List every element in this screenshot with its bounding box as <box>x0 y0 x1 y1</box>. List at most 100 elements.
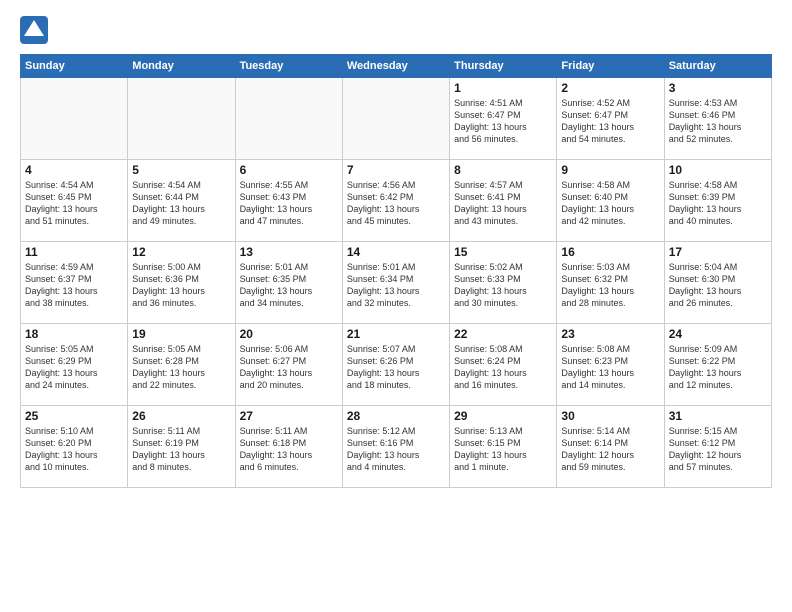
day-number: 6 <box>240 163 338 177</box>
calendar-cell <box>342 78 449 160</box>
calendar-cell <box>128 78 235 160</box>
day-info: Sunrise: 4:51 AM Sunset: 6:47 PM Dayligh… <box>454 97 552 146</box>
day-number: 26 <box>132 409 230 423</box>
day-number: 13 <box>240 245 338 259</box>
calendar-cell: 30 Sunrise: 5:14 AM Sunset: 6:14 PM Dayli… <box>557 406 664 488</box>
day-number: 8 <box>454 163 552 177</box>
calendar-cell: 6 Sunrise: 4:55 AM Sunset: 6:43 PM Daylig… <box>235 160 342 242</box>
week-row-3: 18 Sunrise: 5:05 AM Sunset: 6:29 PM Dayli… <box>21 324 772 406</box>
calendar-cell: 19Sunrise: 5:05 AM Sunset: 6:28 PM Dayli… <box>128 324 235 406</box>
calendar-cell: 15 Sunrise: 5:02 AM Sunset: 6:33 PM Dayli… <box>450 242 557 324</box>
week-row-1: 4Sunrise: 4:54 AM Sunset: 6:45 PM Daylig… <box>21 160 772 242</box>
page: SundayMondayTuesdayWednesdayThursdayFrid… <box>0 0 792 498</box>
day-info: Sunrise: 4:57 AM Sunset: 6:41 PM Dayligh… <box>454 179 552 228</box>
day-info: Sunrise: 4:58 AM Sunset: 6:39 PM Dayligh… <box>669 179 767 228</box>
day-info: Sunrise: 5:14 AM Sunset: 6:14 PM Dayligh… <box>561 425 659 474</box>
weekday-header-monday: Monday <box>128 55 235 78</box>
day-number: 1 <box>454 81 552 95</box>
day-number: 17 <box>669 245 767 259</box>
day-number: 30 <box>561 409 659 423</box>
calendar-cell <box>21 78 128 160</box>
calendar-cell: 5 Sunrise: 4:54 AM Sunset: 6:44 PM Daylig… <box>128 160 235 242</box>
calendar-cell: 21 Sunrise: 5:07 AM Sunset: 6:26 PM Dayli… <box>342 324 449 406</box>
calendar-cell: 29 Sunrise: 5:13 AM Sunset: 6:15 PM Dayli… <box>450 406 557 488</box>
week-row-2: 11Sunrise: 4:59 AM Sunset: 6:37 PM Dayli… <box>21 242 772 324</box>
day-number: 3 <box>669 81 767 95</box>
calendar-cell: 28 Sunrise: 5:12 AM Sunset: 6:16 PM Dayli… <box>342 406 449 488</box>
day-number: 9 <box>561 163 659 177</box>
calendar-cell: 1 Sunrise: 4:51 AM Sunset: 6:47 PM Daylig… <box>450 78 557 160</box>
calendar-cell: 3 Sunrise: 4:53 AM Sunset: 6:46 PM Daylig… <box>664 78 771 160</box>
day-info: Sunrise: 4:53 AM Sunset: 6:46 PM Dayligh… <box>669 97 767 146</box>
week-row-4: 25Sunrise: 5:10 AM Sunset: 6:20 PM Dayli… <box>21 406 772 488</box>
calendar-cell: 31 Sunrise: 5:15 AM Sunset: 6:12 PM Dayli… <box>664 406 771 488</box>
day-number: 12 <box>132 245 230 259</box>
calendar-cell: 23 Sunrise: 5:08 AM Sunset: 6:23 PM Dayli… <box>557 324 664 406</box>
day-info: Sunrise: 5:04 AM Sunset: 6:30 PM Dayligh… <box>669 261 767 310</box>
day-info: Sunrise: 5:09 AM Sunset: 6:22 PM Dayligh… <box>669 343 767 392</box>
day-info: Sunrise: 5:02 AM Sunset: 6:33 PM Dayligh… <box>454 261 552 310</box>
day-number: 11 <box>25 245 123 259</box>
day-number: 22 <box>454 327 552 341</box>
day-number: 10 <box>669 163 767 177</box>
day-info: Sunrise: 5:15 AM Sunset: 6:12 PM Dayligh… <box>669 425 767 474</box>
weekday-header-thursday: Thursday <box>450 55 557 78</box>
day-info: Sunrise: 5:01 AM Sunset: 6:35 PM Dayligh… <box>240 261 338 310</box>
day-number: 27 <box>240 409 338 423</box>
calendar-cell: 20Sunrise: 5:06 AM Sunset: 6:27 PM Dayli… <box>235 324 342 406</box>
weekday-header-tuesday: Tuesday <box>235 55 342 78</box>
calendar-cell: 17 Sunrise: 5:04 AM Sunset: 6:30 PM Dayli… <box>664 242 771 324</box>
logo <box>20 16 52 44</box>
day-info: Sunrise: 5:07 AM Sunset: 6:26 PM Dayligh… <box>347 343 445 392</box>
calendar-cell: 9 Sunrise: 4:58 AM Sunset: 6:40 PM Daylig… <box>557 160 664 242</box>
calendar-cell: 16Sunrise: 5:03 AM Sunset: 6:32 PM Dayli… <box>557 242 664 324</box>
day-info: Sunrise: 5:11 AM Sunset: 6:19 PM Dayligh… <box>132 425 230 474</box>
logo-icon <box>20 16 48 44</box>
calendar-table: SundayMondayTuesdayWednesdayThursdayFrid… <box>20 54 772 488</box>
day-info: Sunrise: 5:05 AM Sunset: 6:29 PM Dayligh… <box>25 343 123 392</box>
day-number: 18 <box>25 327 123 341</box>
day-number: 29 <box>454 409 552 423</box>
weekday-header-friday: Friday <box>557 55 664 78</box>
calendar-cell: 7Sunrise: 4:56 AM Sunset: 6:42 PM Daylig… <box>342 160 449 242</box>
day-info: Sunrise: 4:52 AM Sunset: 6:47 PM Dayligh… <box>561 97 659 146</box>
week-row-0: 1 Sunrise: 4:51 AM Sunset: 6:47 PM Daylig… <box>21 78 772 160</box>
day-number: 24 <box>669 327 767 341</box>
day-number: 31 <box>669 409 767 423</box>
day-number: 2 <box>561 81 659 95</box>
day-number: 5 <box>132 163 230 177</box>
calendar-cell: 8 Sunrise: 4:57 AM Sunset: 6:41 PM Daylig… <box>450 160 557 242</box>
weekday-header-row: SundayMondayTuesdayWednesdayThursdayFrid… <box>21 55 772 78</box>
calendar-cell <box>235 78 342 160</box>
day-info: Sunrise: 5:01 AM Sunset: 6:34 PM Dayligh… <box>347 261 445 310</box>
day-info: Sunrise: 5:10 AM Sunset: 6:20 PM Dayligh… <box>25 425 123 474</box>
calendar-cell: 24 Sunrise: 5:09 AM Sunset: 6:22 PM Dayli… <box>664 324 771 406</box>
day-info: Sunrise: 4:55 AM Sunset: 6:43 PM Dayligh… <box>240 179 338 228</box>
calendar-cell: 11Sunrise: 4:59 AM Sunset: 6:37 PM Dayli… <box>21 242 128 324</box>
day-info: Sunrise: 4:58 AM Sunset: 6:40 PM Dayligh… <box>561 179 659 228</box>
weekday-header-sunday: Sunday <box>21 55 128 78</box>
calendar-cell: 10 Sunrise: 4:58 AM Sunset: 6:39 PM Dayli… <box>664 160 771 242</box>
day-number: 15 <box>454 245 552 259</box>
day-info: Sunrise: 5:12 AM Sunset: 6:16 PM Dayligh… <box>347 425 445 474</box>
day-info: Sunrise: 5:03 AM Sunset: 6:32 PM Dayligh… <box>561 261 659 310</box>
day-info: Sunrise: 5:08 AM Sunset: 6:23 PM Dayligh… <box>561 343 659 392</box>
day-number: 19 <box>132 327 230 341</box>
weekday-header-saturday: Saturday <box>664 55 771 78</box>
calendar-cell: 27 Sunrise: 5:11 AM Sunset: 6:18 PM Dayli… <box>235 406 342 488</box>
day-info: Sunrise: 5:13 AM Sunset: 6:15 PM Dayligh… <box>454 425 552 474</box>
day-info: Sunrise: 4:54 AM Sunset: 6:44 PM Dayligh… <box>132 179 230 228</box>
calendar-cell: 22 Sunrise: 5:08 AM Sunset: 6:24 PM Dayli… <box>450 324 557 406</box>
calendar-cell: 26 Sunrise: 5:11 AM Sunset: 6:19 PM Dayli… <box>128 406 235 488</box>
header <box>20 16 772 44</box>
day-info: Sunrise: 5:11 AM Sunset: 6:18 PM Dayligh… <box>240 425 338 474</box>
day-info: Sunrise: 5:08 AM Sunset: 6:24 PM Dayligh… <box>454 343 552 392</box>
calendar-cell: 25Sunrise: 5:10 AM Sunset: 6:20 PM Dayli… <box>21 406 128 488</box>
day-number: 28 <box>347 409 445 423</box>
day-number: 23 <box>561 327 659 341</box>
calendar-cell: 2 Sunrise: 4:52 AM Sunset: 6:47 PM Daylig… <box>557 78 664 160</box>
day-number: 21 <box>347 327 445 341</box>
day-info: Sunrise: 4:56 AM Sunset: 6:42 PM Dayligh… <box>347 179 445 228</box>
calendar-cell: 18 Sunrise: 5:05 AM Sunset: 6:29 PM Dayli… <box>21 324 128 406</box>
day-info: Sunrise: 5:06 AM Sunset: 6:27 PM Dayligh… <box>240 343 338 392</box>
